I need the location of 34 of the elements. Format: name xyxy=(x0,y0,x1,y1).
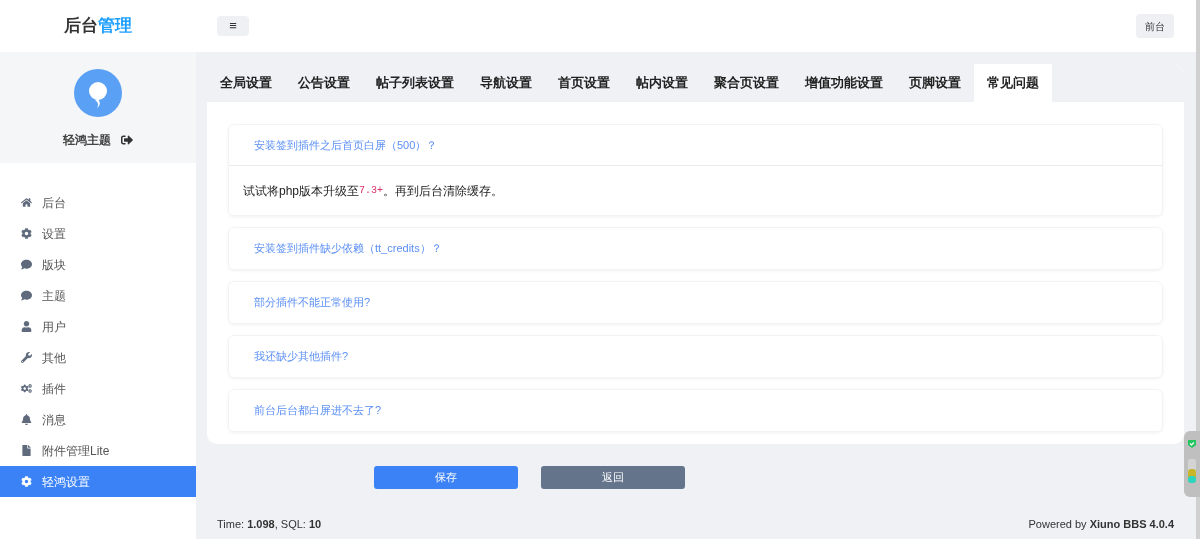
user-name: 轻鸿主题 xyxy=(63,132,111,149)
bell-icon xyxy=(21,414,32,425)
gauge-icon xyxy=(1188,459,1196,483)
sidebar-item[interactable]: 后台 xyxy=(0,187,196,218)
shield-icon xyxy=(1187,439,1197,449)
sidebar-item[interactable]: 消息 xyxy=(0,404,196,435)
footer-stats: Time: 1.098, SQL: 10 xyxy=(217,516,322,532)
back-button[interactable]: 返回 xyxy=(541,466,685,489)
speech-bubble-icon xyxy=(21,259,32,270)
speech-bubble-icon xyxy=(21,290,32,301)
tab[interactable]: 常见问题 xyxy=(974,64,1052,102)
save-button[interactable]: 保存 xyxy=(374,466,518,489)
menu-button[interactable]: ≡ xyxy=(217,16,249,36)
logout-icon[interactable] xyxy=(121,134,133,146)
home-icon xyxy=(21,197,32,208)
sidebar-item[interactable]: 附件管理Lite xyxy=(0,435,196,466)
sidebar-item[interactable]: 版块 xyxy=(0,249,196,280)
sidebar-item[interactable]: 其他 xyxy=(0,342,196,373)
wrench-icon xyxy=(21,352,32,363)
sidebar-item[interactable]: 插件 xyxy=(0,373,196,404)
file-icon xyxy=(21,445,32,456)
faq-answer: 试试将php版本升级至7.3+。再到后台清除缓存。 xyxy=(242,182,505,200)
front-button[interactable]: 前台 xyxy=(1136,14,1174,38)
footer-credit: Powered by Xiuno BBS 4.0.4 xyxy=(1028,516,1174,532)
gear-icon xyxy=(21,228,32,239)
logo[interactable]: 后台管理 xyxy=(64,13,132,39)
user-icon xyxy=(21,321,32,332)
sidebar-item[interactable]: 设置 xyxy=(0,218,196,249)
gears-icon xyxy=(21,383,32,394)
sidebar-item[interactable]: 用户 xyxy=(0,311,196,342)
gear-icon xyxy=(21,476,32,487)
sidebar-item[interactable]: 轻鸿设置 xyxy=(0,466,196,497)
avatar-icon xyxy=(74,69,122,117)
sidebar-item[interactable]: 主题 xyxy=(0,280,196,311)
